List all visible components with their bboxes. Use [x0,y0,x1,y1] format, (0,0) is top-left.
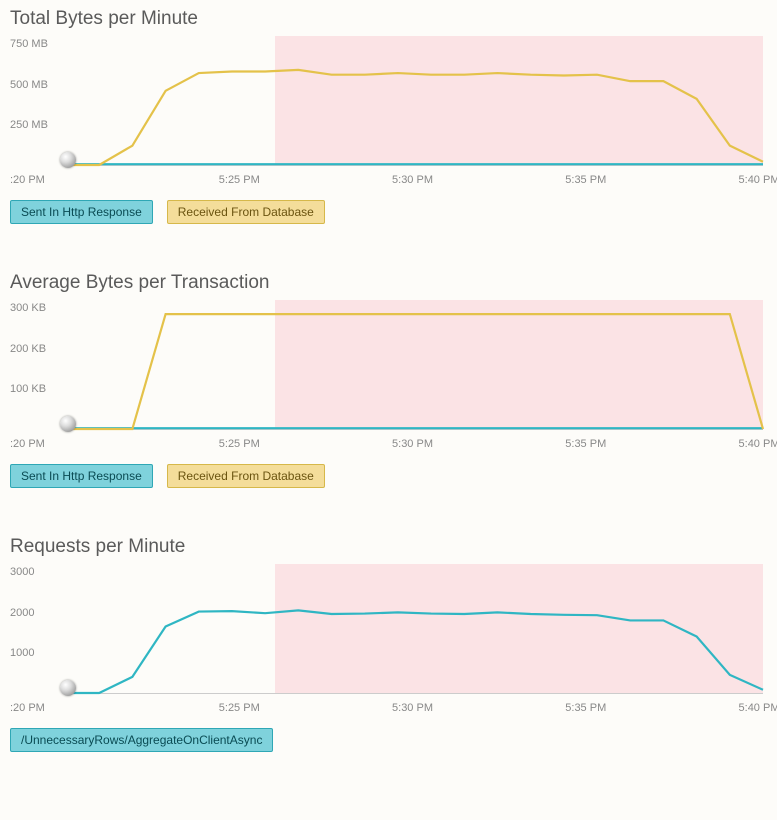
y-tick: 100 KB [10,383,66,395]
chart-title: Average Bytes per Transaction [10,272,767,294]
y-tick: 2000 [10,607,66,619]
range-knob-icon[interactable] [60,152,76,168]
range-knob-icon[interactable] [60,416,76,432]
chart-avg-bytes: Average Bytes per Transaction 300 KB 200 K… [10,272,767,488]
x-tick: 5:30 PM [392,174,433,186]
legend: Sent In Http Response Received From Datab… [10,200,767,224]
chart-total-bytes: Total Bytes per Minute 750 MB 500 MB 250 MB… [10,8,767,224]
chart-frame: 300 KB 200 KB 100 KB :20 PM 5:25 PM 5:30 PM 5:… [10,300,767,450]
x-tick: 5:25 PM [219,174,260,186]
y-axis: 3000 2000 1000 [10,564,66,694]
plot-area[interactable] [66,564,763,694]
x-axis: :20 PM5:25 PM5:30 PM5:35 PM5:40 PM [10,696,763,714]
chart-frame: 750 MB 500 MB 250 MB :20 PM 5:25 PM 5:30 PM 5:… [10,36,767,186]
x-tick: :20 PM [10,174,45,186]
legend-item[interactable]: /UnnecessaryRows/AggregateOnClientAsync [10,728,273,752]
legend: Sent In Http Response Received From Datab… [10,464,767,488]
x-axis: :20 PM5:25 PM5:30 PM5:35 PM5:40 PM [10,168,763,186]
y-tick: 500 MB [10,79,66,91]
x-tick: 5:35 PM [565,438,606,450]
y-tick: 250 MB [10,119,66,131]
legend-item[interactable]: Sent In Http Response [10,464,153,488]
y-tick: 1000 [10,647,66,659]
series-line [66,610,763,693]
legend-item[interactable]: Received From Database [167,200,325,224]
y-tick: 300 KB [10,302,66,314]
y-axis: 300 KB 200 KB 100 KB [10,300,66,430]
y-tick: 750 MB [10,38,66,50]
x-tick: 5:40 PM [739,702,777,714]
x-tick: 5:35 PM [565,174,606,186]
series-line [66,314,763,429]
plot-area[interactable] [66,36,763,166]
x-tick: 5:30 PM [392,702,433,714]
x-tick: 5:30 PM [392,438,433,450]
x-tick: 5:40 PM [739,438,777,450]
legend: /UnnecessaryRows/AggregateOnClientAsync [10,728,767,752]
x-axis: :20 PM5:25 PM5:30 PM5:35 PM5:40 PM [10,432,763,450]
x-tick: 5:35 PM [565,702,606,714]
x-tick: 5:40 PM [739,174,777,186]
legend-item[interactable]: Received From Database [167,464,325,488]
x-tick: :20 PM [10,438,45,450]
x-tick: 5:25 PM [219,702,260,714]
range-knob-icon[interactable] [60,680,76,696]
chart-frame: 300020001000:20 PM5:25 PM5:30 PM5:35 PM5… [10,564,767,714]
legend-item[interactable]: Sent In Http Response [10,200,153,224]
series-line [66,70,763,165]
chart-title: Total Bytes per Minute [10,8,767,30]
x-tick: 5:25 PM [219,438,260,450]
plot-area[interactable] [66,300,763,430]
y-tick: 200 KB [10,343,66,355]
chart-requests: Requests per Minute 3000 2000 1000 :20 PM 5:2… [10,536,767,752]
y-axis: 750 MB 500 MB 250 MB [10,36,66,166]
chart-title: Requests per Minute [10,536,767,558]
y-tick: 3000 [10,566,66,578]
x-tick: :20 PM [10,702,45,714]
